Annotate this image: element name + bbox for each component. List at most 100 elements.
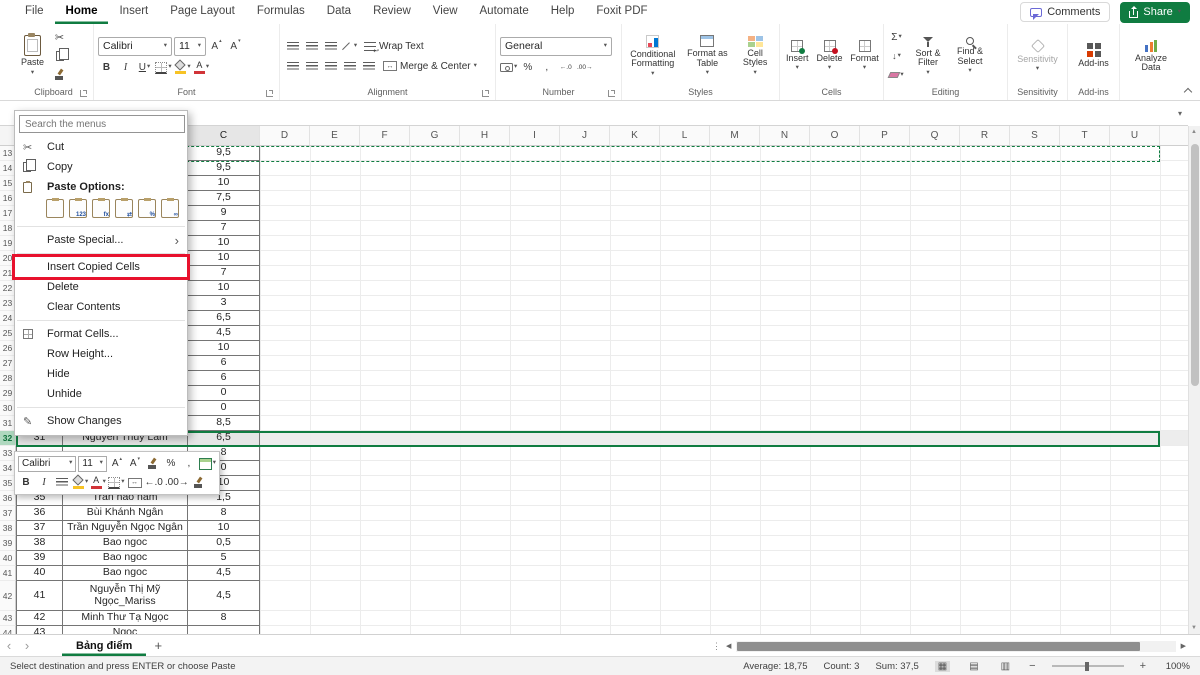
menu-item-cut[interactable]: ✂Cut <box>15 137 187 157</box>
align-center-button[interactable] <box>303 58 320 74</box>
menu-item-copy[interactable]: Copy <box>15 157 187 177</box>
row-header-43[interactable]: 43 <box>0 611 16 626</box>
paste-formatting-button[interactable]: % <box>138 199 156 218</box>
menu-item-unhide[interactable]: Unhide <box>15 384 187 404</box>
dialog-launcher-icon[interactable] <box>482 90 489 97</box>
column-header-E[interactable]: E <box>310 126 360 145</box>
vertical-scrollbar[interactable]: ▲ ▼ <box>1188 126 1200 634</box>
menu-item-hide[interactable]: Hide <box>15 364 187 384</box>
row-cells-filler[interactable] <box>260 251 1188 266</box>
column-header-F[interactable]: F <box>360 126 410 145</box>
row-cells-filler[interactable] <box>260 521 1188 536</box>
row-cells-filler[interactable] <box>260 416 1188 431</box>
row-cells-filler[interactable] <box>260 581 1188 611</box>
zoom-slider-handle[interactable] <box>1085 662 1089 671</box>
paste-values-button[interactable]: 123 <box>69 199 87 218</box>
zoom-slider[interactable] <box>1052 665 1124 667</box>
row-cells-filler[interactable] <box>260 566 1188 581</box>
ribbon-tab-insert[interactable]: Insert <box>108 0 159 24</box>
row-cells-filler[interactable] <box>260 386 1188 401</box>
column-header-N[interactable]: N <box>760 126 810 145</box>
mini-comma-button[interactable]: , <box>181 456 197 472</box>
increase-indent-button[interactable] <box>360 58 377 74</box>
sensitivity-button[interactable]: Sensitivity▾ <box>1012 38 1063 74</box>
cell-C23[interactable]: 3 <box>188 296 260 311</box>
row-header-39[interactable]: 39 <box>0 536 16 551</box>
cell-C44[interactable] <box>188 626 260 634</box>
zoom-level[interactable]: 100% <box>1162 661 1190 672</box>
decrease-font-button[interactable]: A▾ <box>227 38 244 54</box>
cell-A39[interactable]: 38 <box>16 536 63 551</box>
copy-button[interactable] <box>51 48 68 64</box>
cell-C14[interactable]: 9,5 <box>188 161 260 176</box>
cell-A42[interactable]: 41 <box>16 581 63 611</box>
mini-italic-button[interactable]: I <box>36 475 52 491</box>
cell-C15[interactable]: 10 <box>188 176 260 191</box>
ribbon-tab-formulas[interactable]: Formulas <box>246 0 316 24</box>
cell-A44[interactable]: 43 <box>16 626 63 634</box>
row-cells-filler[interactable] <box>260 476 1188 491</box>
ribbon-tab-page-layout[interactable]: Page Layout <box>159 0 246 24</box>
expand-formula-bar-icon[interactable]: ▾ <box>1178 109 1182 118</box>
cell-C18[interactable]: 7 <box>188 221 260 236</box>
cell-C25[interactable]: 4,5 <box>188 326 260 341</box>
cell-C31[interactable]: 8,5 <box>188 416 260 431</box>
paste-link-button[interactable]: ∞ <box>161 199 179 218</box>
column-header-H[interactable]: H <box>460 126 510 145</box>
sheet-nav-prev[interactable]: ‹ <box>0 638 18 653</box>
row-cells-filler[interactable] <box>260 431 1188 446</box>
cell-C39[interactable]: 0,5 <box>188 536 260 551</box>
format-painter-button[interactable] <box>51 67 68 83</box>
dialog-launcher-icon[interactable] <box>80 90 87 97</box>
view-page-break-button[interactable]: ▥ <box>998 661 1013 672</box>
cell-C38[interactable]: 10 <box>188 521 260 536</box>
status-sum[interactable]: Sum: 37,5 <box>875 661 918 672</box>
scroll-up-icon[interactable]: ▲ <box>1191 129 1197 135</box>
number-format-select[interactable]: General▾ <box>500 37 612 56</box>
row-header-42[interactable]: 42 <box>0 581 16 611</box>
mini-bold-button[interactable]: B <box>18 475 34 491</box>
cell-B37[interactable]: Bùi Khánh Ngân <box>63 506 188 521</box>
decrease-indent-button[interactable] <box>341 58 358 74</box>
cell-C21[interactable]: 7 <box>188 266 260 281</box>
paste-transpose-button[interactable]: ⇄ <box>115 199 133 218</box>
scroll-right-icon[interactable]: ▶ <box>1181 642 1186 650</box>
mini-align-center-button[interactable] <box>54 475 70 491</box>
middle-align-button[interactable] <box>303 38 320 54</box>
status-average[interactable]: Average: 18,75 <box>743 661 807 672</box>
mini-borders-button[interactable]: ▾ <box>108 475 124 491</box>
cell-C40[interactable]: 5 <box>188 551 260 566</box>
row-cells-filler[interactable] <box>260 446 1188 461</box>
ribbon-tab-view[interactable]: View <box>422 0 469 24</box>
cell-C26[interactable]: 10 <box>188 341 260 356</box>
row-cells-filler[interactable] <box>260 176 1188 191</box>
cell-C16[interactable]: 7,5 <box>188 191 260 206</box>
analyze-data-button[interactable]: Analyze Data <box>1126 39 1176 74</box>
row-cells-filler[interactable] <box>260 266 1188 281</box>
cell-C20[interactable]: 10 <box>188 251 260 266</box>
row-cells-filler[interactable] <box>260 236 1188 251</box>
row-cells-filler[interactable] <box>260 491 1188 506</box>
ribbon-tab-data[interactable]: Data <box>316 0 362 24</box>
fill-color-button[interactable]: ▾ <box>174 60 191 76</box>
menu-item-format-cells[interactable]: Format Cells... <box>15 324 187 344</box>
status-count[interactable]: Count: 3 <box>824 661 860 672</box>
column-header-R[interactable]: R <box>960 126 1010 145</box>
paste-formulas-button[interactable]: fx <box>92 199 110 218</box>
dialog-launcher-icon[interactable] <box>608 90 615 97</box>
cell-A40[interactable]: 39 <box>16 551 63 566</box>
row-cells-filler[interactable] <box>260 161 1188 176</box>
accounting-format-button[interactable]: ▾ <box>500 60 517 76</box>
menu-item-insert-copied-cells[interactable]: Insert Copied Cells <box>15 257 187 277</box>
cell-C17[interactable]: 9 <box>188 206 260 221</box>
row-cells-filler[interactable] <box>260 461 1188 476</box>
borders-button[interactable]: ▾ <box>155 60 172 76</box>
vertical-scrollbar-thumb[interactable] <box>1191 144 1199 386</box>
increase-font-button[interactable]: A▴ <box>208 38 225 54</box>
view-normal-button[interactable]: ▦ <box>935 661 950 672</box>
dialog-launcher-icon[interactable] <box>266 90 273 97</box>
mini-increase-font-button[interactable]: A▴ <box>109 456 125 472</box>
ribbon-tab-file[interactable]: File <box>14 0 55 24</box>
underline-button[interactable]: U▾ <box>136 60 153 76</box>
column-header-U[interactable]: U <box>1110 126 1160 145</box>
